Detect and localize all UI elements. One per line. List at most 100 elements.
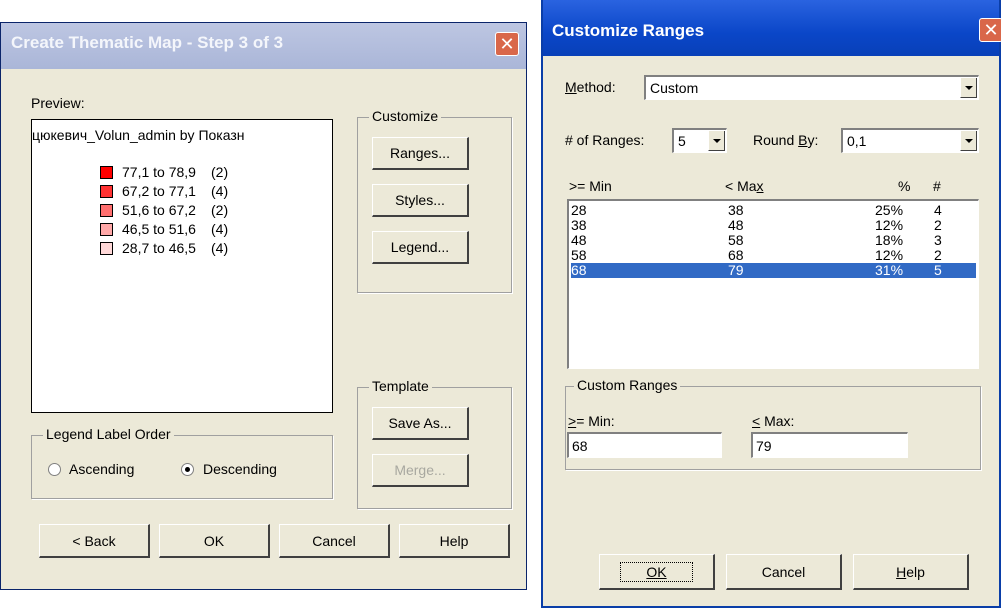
- col-header-max: < Max: [725, 178, 764, 194]
- range-cell-pct: 12%: [875, 217, 904, 233]
- help-button[interactable]: Help: [853, 554, 969, 590]
- range-cell-count: 2: [934, 247, 942, 263]
- max-field-label: < Max:: [752, 413, 795, 429]
- range-cell-max: 58: [728, 232, 744, 248]
- ok-button[interactable]: OK: [599, 554, 715, 590]
- ascending-label[interactable]: Ascending: [69, 461, 134, 477]
- legend-item-count: (4): [211, 221, 229, 237]
- customize-ranges-dialog: Customize Ranges ✕ Method: Custom # of R…: [541, 0, 1001, 608]
- max-field-mnemonic: <: [752, 413, 761, 429]
- min-field-label: >= Min:: [568, 413, 615, 429]
- range-row[interactable]: 68 79 31% 5: [571, 263, 976, 278]
- close-icon[interactable]: ✕: [495, 32, 519, 56]
- title-bar: Create Thematic Map - Step 3 of 3 ✕: [1, 23, 526, 69]
- max-mnemonic: x: [756, 178, 764, 194]
- close-glyph: ✕: [499, 33, 515, 55]
- method-mnemonic: M: [565, 79, 577, 95]
- range-cell-min: 68: [571, 262, 587, 278]
- range-cell-max: 38: [728, 202, 744, 218]
- ok-label: OK: [646, 563, 667, 580]
- legend-item-count: (4): [211, 183, 229, 199]
- num-ranges-label: # of Ranges:: [565, 132, 645, 148]
- custom-ranges-label: Custom Ranges: [574, 377, 681, 393]
- method-label: Method:: [565, 79, 616, 95]
- dialog-title: Create Thematic Map - Step 3 of 3: [11, 33, 284, 52]
- legend-item-count: (2): [211, 164, 229, 180]
- legend-swatch: [100, 223, 113, 236]
- ok-button[interactable]: OK: [159, 524, 270, 558]
- title-bar: Customize Ranges ✕: [543, 0, 1001, 56]
- cancel-button[interactable]: Cancel: [279, 524, 390, 558]
- legend-item-label: 46,5 to 51,6: [122, 221, 196, 237]
- legend-item-count: (2): [211, 202, 229, 218]
- num-ranges-value: 5: [678, 133, 686, 149]
- range-row[interactable]: 58 68 12% 2: [571, 248, 976, 263]
- range-cell-count: 4: [934, 202, 942, 218]
- legend-item-label: 67,2 to 77,1: [122, 183, 196, 199]
- round-by-mnemonic: B: [798, 132, 808, 148]
- legend-item-count: (4): [211, 240, 229, 256]
- range-cell-count: 5: [934, 262, 942, 278]
- range-row[interactable]: 48 58 18% 3: [571, 233, 976, 248]
- close-glyph: ✕: [983, 19, 999, 41]
- help-button[interactable]: Help: [399, 524, 510, 558]
- chevron-down-icon[interactable]: [708, 131, 725, 151]
- merge-button[interactable]: Merge...: [372, 454, 469, 487]
- col-header-pct: %: [898, 178, 911, 194]
- ranges-list[interactable]: 28 38 25% 4 38 48 12% 2 48 58 18% 3 58 68 12% 2 68 79 31% 5: [567, 199, 979, 369]
- range-cell-pct: 25%: [875, 202, 904, 218]
- col-header-count: #: [933, 178, 941, 194]
- range-cell-max: 79: [728, 262, 744, 278]
- range-cell-min: 28: [571, 202, 587, 218]
- num-ranges-select[interactable]: 5: [672, 128, 727, 153]
- max-field-value: 79: [756, 438, 772, 454]
- max-field[interactable]: 79: [751, 432, 908, 458]
- legend-order-label: Legend Label Order: [43, 426, 174, 442]
- col-header-min: >= Min: [569, 178, 612, 194]
- range-cell-pct: 12%: [875, 247, 904, 263]
- preview-pane: цюкевич_Volun_admin by Показн 77,1 to 78…: [31, 119, 333, 413]
- range-cell-min: 48: [571, 232, 587, 248]
- legend-button[interactable]: Legend...: [372, 231, 469, 264]
- range-cell-max: 68: [728, 247, 744, 263]
- round-by-value: 0,1: [847, 133, 867, 149]
- range-row[interactable]: 38 48 12% 2: [571, 218, 976, 233]
- range-cell-pct: 18%: [875, 232, 904, 248]
- round-by-label: Round By:: [753, 132, 819, 148]
- range-cell-min: 58: [571, 247, 587, 263]
- range-cell-min: 38: [571, 217, 587, 233]
- min-field[interactable]: 68: [567, 432, 722, 458]
- range-cell-max: 48: [728, 217, 744, 233]
- dialog-title: Customize Ranges: [552, 21, 705, 40]
- radio-selected-dot: [185, 467, 190, 472]
- range-cell-pct: 31%: [875, 262, 904, 278]
- method-value: Custom: [650, 80, 699, 96]
- descending-radio[interactable]: [181, 463, 194, 476]
- method-select[interactable]: Custom: [644, 75, 979, 100]
- ascending-radio[interactable]: [48, 463, 61, 476]
- ranges-button[interactable]: Ranges...: [372, 137, 469, 170]
- chevron-down-icon[interactable]: [960, 131, 977, 151]
- back-button[interactable]: < Back: [39, 524, 150, 558]
- cancel-button[interactable]: Cancel: [726, 554, 842, 590]
- legend-swatch: [100, 242, 113, 255]
- template-group: Template: [357, 378, 512, 509]
- legend-item-label: 51,6 to 67,2: [122, 202, 196, 218]
- legend-swatch: [100, 204, 113, 217]
- range-row[interactable]: 28 38 25% 4: [571, 203, 976, 218]
- legend-swatch: [100, 166, 113, 179]
- descending-label[interactable]: Descending: [203, 461, 277, 477]
- styles-button[interactable]: Styles...: [372, 184, 469, 217]
- thematic-map-dialog: Create Thematic Map - Step 3 of 3 ✕ Prev…: [0, 22, 527, 590]
- legend-list: 77,1 to 78,9 (2) 67,2 to 77,1 (4) 51,6 to 67…: [32, 120, 332, 412]
- close-icon[interactable]: ✕: [979, 18, 1001, 42]
- legend-item-label: 77,1 to 78,9: [122, 164, 196, 180]
- chevron-down-icon[interactable]: [960, 78, 977, 98]
- legend-swatch: [100, 185, 113, 198]
- round-by-select[interactable]: 0,1: [841, 128, 979, 153]
- ok-focus-rect: OK: [620, 561, 693, 582]
- range-cell-count: 2: [934, 217, 942, 233]
- legend-item-label: 28,7 to 46,5: [122, 240, 196, 256]
- save-as-button[interactable]: Save As...: [372, 407, 469, 440]
- customize-label: Customize: [369, 108, 442, 124]
